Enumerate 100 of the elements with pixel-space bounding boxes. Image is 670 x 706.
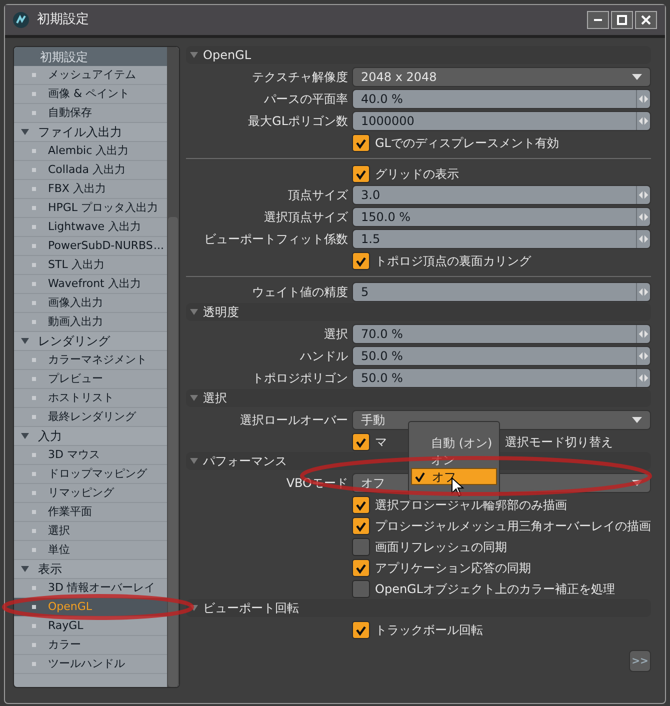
tree-node-icon (32, 472, 36, 476)
caret-icon (632, 417, 642, 423)
check-icon (355, 436, 367, 448)
sidebar-header: 初期設定 (14, 47, 167, 66)
checkbox-label: トポロジ頂点の裏面カリング (375, 252, 531, 270)
sidebar-item[interactable]: HPGL プロッタ入出力 (48, 200, 158, 216)
value-field[interactable]: 50.0 % (352, 346, 651, 366)
sidebar-group[interactable]: 入力 (38, 427, 62, 445)
checkbox[interactable] (352, 516, 370, 534)
maximize-icon (617, 15, 627, 25)
section-header[interactable]: 透明度 (186, 303, 651, 321)
sidebar-item[interactable]: カラーマネジメント (48, 352, 147, 368)
scrollbar[interactable] (167, 47, 179, 687)
checkbox[interactable] (352, 580, 370, 598)
sidebar-item[interactable]: Alembic 入出力 (48, 142, 129, 160)
tree-node-icon (32, 168, 36, 172)
sidebar-item[interactable]: STL 入出力 (48, 256, 104, 274)
sidebar-group[interactable]: 表示 (38, 560, 62, 578)
tree-node-icon (32, 529, 36, 533)
sidebar-item[interactable]: カラー (48, 636, 81, 654)
check-icon (355, 520, 367, 532)
tree-node-icon (32, 225, 36, 229)
menu-item[interactable]: オン (411, 451, 497, 468)
slider-arrows-icon (636, 347, 650, 365)
field-label: テクスチャ解像度 (251, 69, 349, 86)
sidebar-item[interactable]: FBX 入出力 (48, 180, 106, 198)
slider-arrows-icon (636, 208, 650, 226)
expanded-arrow-icon[interactable] (20, 565, 30, 573)
field-label: ビューポートフィット係数 (203, 231, 349, 248)
sidebar-item[interactable]: 作業平面 (48, 504, 92, 520)
tree-node-icon (32, 244, 36, 248)
sidebar-item[interactable]: 画像 & ペイント (48, 86, 130, 102)
maximize-button[interactable] (611, 11, 633, 29)
sidebar-item[interactable]: メッシュアイテム (48, 66, 136, 84)
more-indicator: ... (154, 238, 164, 254)
minimize-button[interactable] (587, 11, 609, 29)
app-logo-icon (13, 12, 29, 28)
tree-node-icon (32, 301, 36, 305)
sidebar-item[interactable]: 最終レンダリング (48, 408, 136, 426)
expanded-arrow-icon[interactable] (20, 128, 30, 136)
value-field[interactable]: 5 (352, 282, 651, 302)
sidebar-item[interactable]: 3D マウス (48, 446, 100, 464)
section-header[interactable]: OpenGL (186, 46, 651, 64)
sidebar-item[interactable]: Collada 入出力 (48, 162, 126, 178)
expanded-arrow-icon[interactable] (20, 337, 30, 345)
checkbox[interactable] (352, 252, 370, 270)
slider-arrows-icon (636, 369, 650, 387)
tree-node-icon (32, 73, 36, 77)
field-label: トポロジポリゴン (251, 370, 349, 387)
check-icon (355, 624, 367, 636)
tree-node-icon (32, 453, 36, 457)
sidebar-item[interactable]: Lightwave 入出力 (48, 218, 141, 236)
checkbox[interactable] (352, 164, 370, 182)
sidebar-item[interactable]: 画像入出力 (48, 294, 103, 312)
value-field[interactable]: 150.0 % (352, 207, 651, 227)
check-icon (355, 136, 367, 148)
field-label: 選択ロールオーバー (239, 412, 349, 429)
sidebar-item[interactable]: ドロップマッピング (48, 466, 147, 482)
value-field[interactable]: 40.0 % (352, 89, 651, 109)
check-icon (355, 498, 367, 510)
value-field[interactable]: 3.0 (352, 185, 651, 205)
checkbox-label: 画面リフレッシュの同期 (375, 538, 507, 556)
tree-node-icon (32, 396, 36, 400)
sidebar-item[interactable]: 選択 (48, 522, 70, 540)
dropdown[interactable]: 2048 x 2048 (352, 67, 651, 87)
tree-node-icon (32, 415, 36, 419)
checkbox[interactable] (352, 558, 370, 576)
tree-node-icon (32, 377, 36, 381)
tree-node-icon (32, 662, 36, 666)
tree-node-icon (32, 149, 36, 153)
expanded-arrow-icon[interactable] (20, 432, 30, 440)
menu-item[interactable]: オフ (411, 468, 497, 485)
close-button[interactable] (635, 11, 657, 29)
slider-arrows-icon (636, 112, 650, 130)
menu-item[interactable]: 自動 (オン) (411, 434, 497, 451)
sidebar-item[interactable]: Wavefront 入出力 (48, 276, 141, 292)
slider-arrows-icon (636, 325, 650, 343)
checkbox[interactable] (352, 538, 370, 556)
sidebar-item[interactable]: プレビュー (48, 370, 103, 388)
checkbox[interactable] (352, 496, 370, 514)
sidebar-item[interactable]: リマッピング (48, 484, 114, 502)
sidebar-item[interactable]: ツールハンドル (48, 656, 125, 672)
value-field[interactable]: 1.5 (352, 229, 651, 249)
sidebar-item[interactable]: 3D 情報オーバーレイ (48, 580, 155, 596)
sidebar-item[interactable]: ホストリスト (48, 390, 114, 406)
value-field[interactable]: 1000000 (352, 111, 651, 131)
value-field[interactable]: 50.0 % (352, 368, 651, 388)
sidebar-item[interactable]: PowerSubD-NURBS (48, 238, 153, 254)
checkbox-label: グリッドの表示 (375, 166, 459, 182)
checkbox[interactable] (352, 432, 370, 450)
section-header[interactable]: 選択 (186, 389, 651, 407)
sidebar-item[interactable]: 自動保存 (48, 104, 92, 122)
sidebar-item[interactable]: RayGL (48, 618, 84, 634)
sidebar-item[interactable]: 動画入出力 (48, 314, 103, 330)
sidebar-item[interactable]: 単位 (48, 542, 70, 558)
field-label: 頂点サイズ (287, 187, 349, 204)
value-field[interactable]: 70.0 % (352, 324, 651, 344)
checkbox[interactable] (352, 620, 370, 638)
checkbox[interactable] (352, 134, 370, 152)
section-header[interactable]: ビューポート回転 (186, 599, 651, 617)
